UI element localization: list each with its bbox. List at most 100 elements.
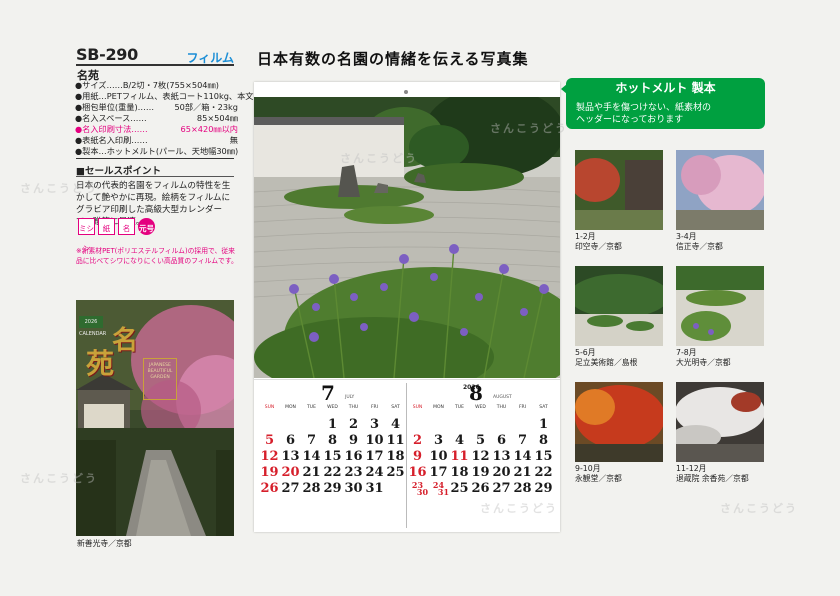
weekday-label: MON — [285, 405, 296, 410]
spec-row: ●梱包単位(重量)…… 50部／箱・23kg — [75, 102, 240, 113]
calendar-day: 11 — [450, 449, 469, 464]
spec-label: ●表紙名入印刷…… — [75, 135, 148, 145]
calendar-day: 10 — [365, 433, 384, 448]
calendar-day: 4 — [454, 433, 465, 448]
weekday-label: WED — [475, 405, 486, 410]
main-photo — [254, 97, 560, 378]
calendar-day: 26 — [260, 481, 279, 496]
calendar-day: 22 — [323, 465, 342, 480]
calendar-day: 11 — [386, 433, 405, 448]
thumbnail-caption-3-4: 3-4月 信正寺／京都 — [676, 232, 723, 251]
day-grid: 1 2 3 4 5 6 7 8 9 10 11 12 13 14 15 16 17 18 19 20 21 22 23 30 2… — [407, 413, 555, 523]
hotmelt-description: 製品や手を傷つけない、紙素材の ヘッダーになっております — [566, 99, 765, 129]
spec-value: 85×504㎜ — [196, 113, 238, 123]
product-info-column: SB-290 フィルム 名苑 ●サイズ……B/2切・7枚(755×504㎜) ●用… — [0, 0, 303, 596]
weekday-row: SUN MON TUE WED THU FRI SAT — [407, 405, 555, 413]
spec-label: ●製本…ホットメルト(パール、天地幅30㎜) — [75, 146, 239, 156]
cover-title-char-1: 名 — [112, 326, 139, 356]
weekday-label: FRI — [518, 405, 527, 410]
cover-subtitle-box: JAPANESE BEAUTIFUL GARDEN — [143, 358, 177, 400]
calendar-day: 14 — [513, 449, 532, 464]
sales-divider — [76, 176, 234, 177]
calendar-day: 5 — [264, 433, 275, 448]
product-code: SB-290 — [76, 45, 138, 64]
calendar-area: 7 JULY SUN MON TUE WED THU FRI SAT 1 2 3 4 5 6 7 8 9 10… — [254, 379, 560, 532]
calendar-sheet: 7 JULY SUN MON TUE WED THU FRI SAT 1 2 3 4 5 6 7 8 9 10… — [254, 82, 560, 532]
spec-row: ●表紙名入印刷…… 無 — [75, 135, 240, 146]
calendar-day: 18 — [450, 465, 469, 480]
calendar-day: 21 — [302, 465, 321, 480]
calendar-day: 29 — [534, 481, 553, 496]
calendar-day: 28 — [302, 481, 321, 496]
thumbnail-caption-11-12: 11-12月 退蔵院 余香苑／京都 — [676, 464, 749, 483]
cover-caption: 新善光寺／京都 — [77, 539, 132, 548]
calendar-day: 12 — [471, 449, 490, 464]
spec-label: ●名入スペース…… — [75, 113, 147, 123]
calendar-day: 23 — [344, 465, 363, 480]
calendar-day: 24 — [365, 465, 384, 480]
calendar-day: 28 — [513, 481, 532, 496]
weekday-label: TUE — [455, 405, 464, 410]
calendar-day: 25 — [450, 481, 469, 496]
spec-label: ●名入印刷寸法…… — [75, 124, 148, 134]
spec-row: ●名入スペース…… 85×504㎜ — [75, 113, 240, 124]
month-number: 7 — [321, 381, 335, 405]
product-header: SB-290 フィルム — [76, 45, 234, 65]
calendar-day: 20 — [281, 465, 300, 480]
calendar-day: 8 — [327, 433, 338, 448]
thumbnail-3-4 — [676, 150, 764, 230]
calendar-day: 16 — [344, 449, 363, 464]
weekday-label: SAT — [391, 405, 400, 410]
spec-label: ●サイズ……B/2切・7枚(755×504㎜) — [75, 80, 219, 90]
calendar-day: 2 — [348, 417, 359, 432]
thumbnail-1-2 — [575, 150, 663, 230]
spec-row: ●用紙…PETフィルム、表紙コート110kg、本文ケント110kg — [75, 91, 303, 102]
calendar-day: 31 — [365, 481, 384, 496]
calendar-day: 7 — [517, 433, 528, 448]
weekday-label: TUE — [307, 405, 316, 410]
thumbnail-5-6 — [575, 266, 663, 346]
calendar-day: 13 — [281, 449, 300, 464]
thumbnail-caption-9-10: 9-10月 永観堂／京都 — [575, 464, 622, 483]
weekday-label: SUN — [264, 405, 275, 410]
main-heading: 日本有数の名園の情緒を伝える写真集 — [257, 50, 529, 68]
month-july: 7 JULY SUN MON TUE WED THU FRI SAT 1 2 3 4 5 6 7 8 9 10… — [259, 381, 407, 531]
spec-list: ●サイズ……B/2切・7枚(755×504㎜) ●用紙…PETフィルム、表紙コート… — [75, 80, 303, 157]
calendar-day: 21 — [513, 465, 532, 480]
calendar-day: 19 — [471, 465, 490, 480]
spec-row: ●製本…ホットメルト(パール、天地幅30㎜) — [75, 146, 240, 157]
weekday-row: SUN MON TUE WED THU FRI SAT — [259, 405, 407, 413]
month-number: 8 — [469, 381, 483, 405]
spec-divider — [76, 158, 234, 159]
spec-value: 無 — [229, 135, 238, 145]
calendar-day: 27 — [492, 481, 511, 496]
spec-value: 50部／箱・23kg — [174, 102, 238, 112]
hotmelt-line-2: ヘッダーになっております — [576, 115, 684, 125]
weekday-label: THU — [496, 405, 507, 410]
weekday-label: THU — [348, 405, 359, 410]
calendar-day: 5 — [475, 433, 486, 448]
calendar-day: 27 — [281, 481, 300, 496]
calendar-day: 9 — [348, 433, 359, 448]
weekday-label: SAT — [539, 405, 548, 410]
thumbnail-7-8 — [676, 266, 764, 346]
pet-material-note: ※新素材PET(ポリエステルフィルム)の採用で、従来品に比べてシワになりにくい高… — [76, 247, 238, 265]
calendar-day: 22 — [534, 465, 553, 480]
weekday-label: WED — [327, 405, 338, 410]
spec-row: ●名入印刷寸法…… 65×420㎜以内 — [75, 124, 240, 135]
calendar-day: 19 — [260, 465, 279, 480]
calendar-day: 10 — [429, 449, 448, 464]
thumbnail-caption-5-6: 5-6月 足立美術館／島根 — [575, 348, 638, 367]
calendar-day: 9 — [412, 449, 423, 464]
calendar-day: 13 — [492, 449, 511, 464]
calendar-day: 14 — [302, 449, 321, 464]
calendar-day: 4 — [390, 417, 401, 432]
hotmelt-title: ホットメルト 製本 — [566, 78, 765, 99]
calendar-day: 20 — [492, 465, 511, 480]
calendar-day: 17 — [429, 465, 448, 480]
hanger-hole — [404, 90, 408, 94]
weekday-label: SUN — [412, 405, 423, 410]
perforation-badge-icon: ミシン — [78, 218, 95, 253]
calendar-day: 15 — [323, 449, 342, 464]
cover-photo: 2026 CALENDAR 名 苑 JAPANESE BEAUTIFUL GAR… — [76, 300, 234, 536]
